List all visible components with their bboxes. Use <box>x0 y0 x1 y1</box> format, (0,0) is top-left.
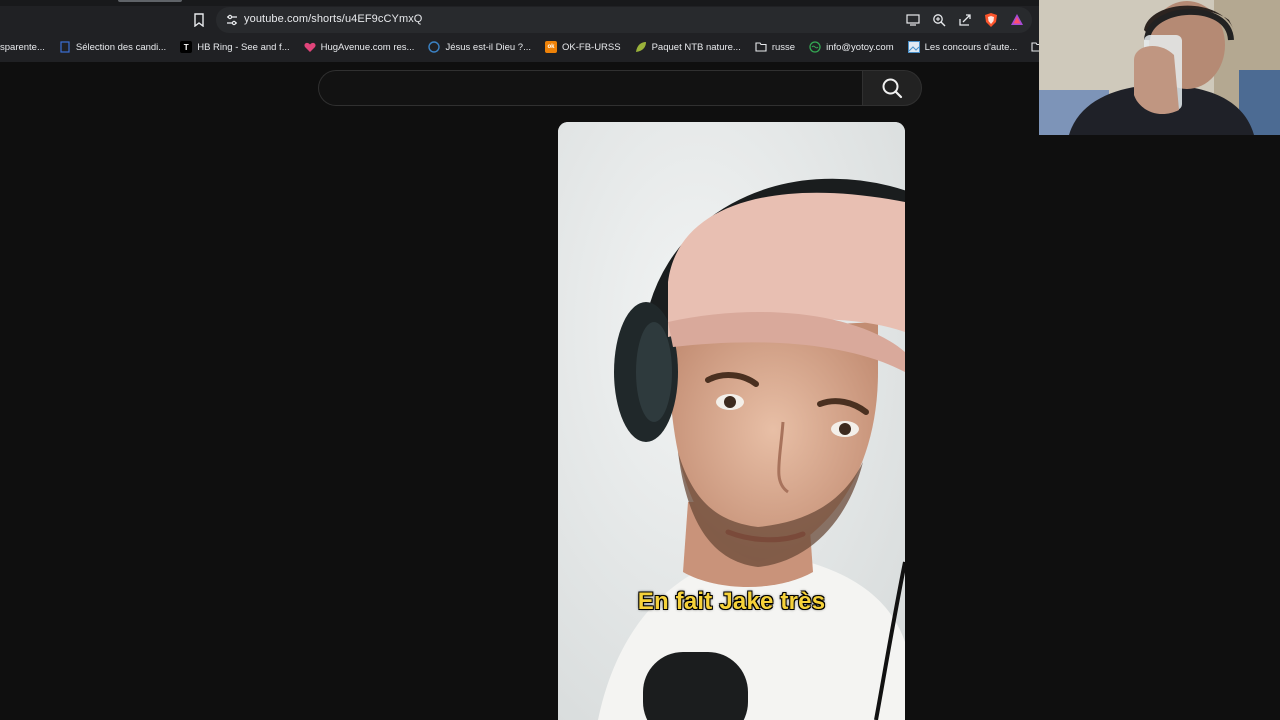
bookmarks-bar: sparente... Sélection des candi... T HB Rin… <box>0 36 1039 58</box>
webcam-feed <box>1039 0 1280 135</box>
brave-shield-icon[interactable] <box>982 11 1000 29</box>
ok-icon: ok <box>545 41 557 53</box>
doc-icon <box>59 41 71 53</box>
browser-toolbar: youtube.com/shorts/u4EF9cCYmxQ sparente.… <box>0 0 1039 62</box>
bookmark-item[interactable]: russe <box>748 37 802 57</box>
screen: youtube.com/shorts/u4EF9cCYmxQ sparente.… <box>0 0 1280 720</box>
bookmark-label: HB Ring - See and f... <box>197 41 290 53</box>
bookmark-label: sparente... <box>0 41 45 53</box>
bookmark-item[interactable]: Les concours d'aute... <box>901 37 1025 57</box>
folder-icon <box>755 41 767 53</box>
webcam-overlay <box>1039 0 1280 135</box>
heart-icon <box>304 41 316 53</box>
bookmark-label: OK-FB-URSS <box>562 41 621 53</box>
cast-icon[interactable] <box>904 11 922 29</box>
video-caption: En fait Jake très <box>637 588 826 615</box>
image-icon <box>907 41 920 53</box>
bookmark-item[interactable]: Jésus est-il Dieu ?... <box>421 37 538 57</box>
bookmark-label: Les concours d'aute... <box>924 41 1018 53</box>
bookmark-label: Sélection des candi... <box>75 41 167 53</box>
leaf-icon <box>635 41 647 53</box>
bookmark-item[interactable]: Paquet NTB nature... <box>628 37 748 57</box>
t-icon: T <box>180 41 193 53</box>
bookmark-label: russe <box>771 41 796 53</box>
bookmark-item[interactable]: Sélection des candi... <box>52 37 173 57</box>
search-icon <box>882 78 903 99</box>
bookmark-label: HugAvenue.com res... <box>320 41 415 53</box>
bookmark-item[interactable]: T HB Ring - See and f... <box>173 37 296 57</box>
bookmark-item[interactable]: HugAvenue.com res... <box>297 37 422 57</box>
bookmark-item[interactable]: info@yotoy.com <box>802 37 901 57</box>
shorts-video-player[interactable]: En fait Jake très <box>558 122 905 720</box>
video-frame <box>558 122 905 720</box>
circle-icon <box>428 41 441 53</box>
search-input[interactable] <box>318 70 862 106</box>
omnibox-actions <box>904 11 1026 29</box>
bookmark-label: Paquet NTB nature... <box>651 41 741 53</box>
bookmark-label: Jésus est-il Dieu ?... <box>445 41 531 53</box>
site-info-icon[interactable] <box>224 12 240 28</box>
address-bar[interactable]: youtube.com/shorts/u4EF9cCYmxQ <box>216 7 1032 33</box>
url-text[interactable]: youtube.com/shorts/u4EF9cCYmxQ <box>244 13 422 25</box>
search-button[interactable] <box>862 70 922 106</box>
bookmark-label: info@yotoy.com <box>826 41 894 53</box>
active-tab-indicator[interactable] <box>118 0 182 2</box>
bookmark-item[interactable]: sparente... <box>0 37 52 57</box>
bookmark-item[interactable]: yotoy <box>1024 37 1039 57</box>
brave-rewards-icon[interactable] <box>1008 11 1026 29</box>
globe-icon <box>809 41 821 53</box>
bookmark-page-icon[interactable] <box>190 11 208 29</box>
bookmark-item[interactable]: ok OK-FB-URSS <box>538 37 628 57</box>
folder-icon <box>1031 41 1039 53</box>
share-icon[interactable] <box>956 11 974 29</box>
zoom-icon[interactable] <box>930 11 948 29</box>
